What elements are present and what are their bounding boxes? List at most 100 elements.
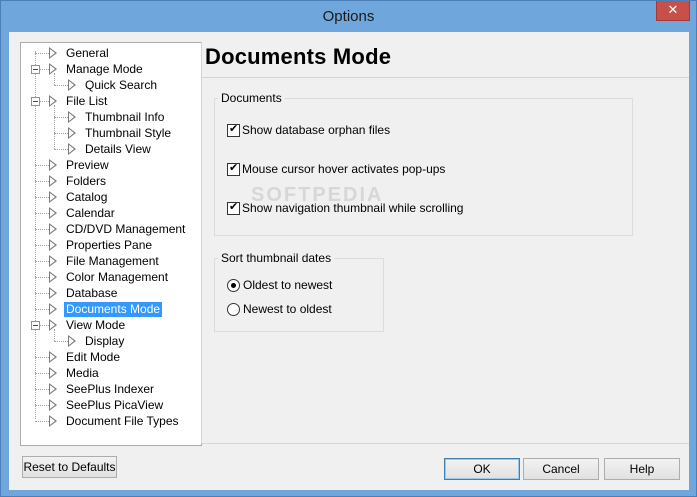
- sort-dates-group-label: Sort thumbnail dates: [218, 251, 335, 265]
- page-triangle-icon: [48, 287, 58, 299]
- radio-label: Newest to oldest: [243, 302, 332, 316]
- tree-item[interactable]: Manage Mode: [48, 61, 145, 77]
- tree-item-label: Properties Pane: [66, 237, 153, 252]
- tree-connector: [35, 293, 49, 294]
- tree-connector: [35, 357, 49, 358]
- page-triangle-icon: [48, 415, 58, 427]
- tree-item-label: Display: [85, 333, 125, 348]
- page-triangle-icon: [67, 335, 77, 347]
- page-triangle-icon: [48, 191, 58, 203]
- tree-item[interactable]: General: [48, 45, 111, 61]
- tree-item[interactable]: Quick Search: [67, 77, 159, 93]
- page-triangle-icon: [48, 383, 58, 395]
- page-triangle-icon: [67, 111, 77, 123]
- tree-connector: [35, 51, 36, 419]
- tree-item[interactable]: Properties Pane: [48, 237, 154, 253]
- checkbox-orphan-files[interactable]: Show database orphan files: [227, 122, 391, 137]
- bottom-divider: [201, 443, 689, 444]
- options-tree[interactable]: General Manage Mode Quick Search File List T…: [20, 42, 202, 446]
- tree-item[interactable]: Media: [48, 365, 101, 381]
- tree-item[interactable]: View Mode: [48, 317, 127, 333]
- tree-item[interactable]: CD/DVD Management: [48, 221, 187, 237]
- tree-item-label: SeePlus PicaView: [66, 397, 164, 412]
- radio-oldest-to-newest[interactable]: Oldest to newest: [227, 278, 332, 292]
- tree-item[interactable]: SeePlus PicaView: [48, 397, 165, 413]
- tree-item[interactable]: Calendar: [48, 205, 117, 221]
- tree-connector: [54, 149, 68, 150]
- tree-collapse-icon[interactable]: [31, 65, 40, 74]
- tree-item[interactable]: Preview: [48, 157, 111, 173]
- checkbox-box[interactable]: [227, 200, 240, 215]
- tree-item-label: Details View: [85, 141, 151, 156]
- options-window: Options ✕ General Manage Mode Quick Search…: [0, 0, 697, 497]
- help-button[interactable]: Help: [604, 458, 680, 480]
- tree-item-label: Preview: [66, 157, 109, 172]
- tree-item[interactable]: Display: [67, 333, 126, 349]
- cancel-button[interactable]: Cancel: [523, 458, 599, 480]
- page-triangle-icon: [48, 239, 58, 251]
- checkbox-label: Show database orphan files: [242, 123, 391, 137]
- page-triangle-icon: [67, 79, 77, 91]
- tree-item[interactable]: Documents Mode: [48, 301, 163, 317]
- tree-connector: [35, 277, 49, 278]
- radio-label: Oldest to newest: [243, 278, 333, 292]
- checkbox-navigation-thumbnail[interactable]: Show navigation thumbnail while scrollin…: [227, 200, 463, 215]
- tree-connector: [35, 181, 49, 182]
- page-triangle-icon: [48, 367, 58, 379]
- tree-connector: [54, 341, 68, 342]
- tree-connector: [35, 405, 49, 406]
- tree-item[interactable]: Catalog: [48, 189, 109, 205]
- sort-dates-group: [214, 258, 384, 332]
- tree-connector: [54, 105, 55, 149]
- tree-connector: [35, 245, 49, 246]
- tree-connector: [35, 229, 49, 230]
- tree-item[interactable]: Document File Types: [48, 413, 181, 429]
- tree-connector: [35, 53, 49, 54]
- checkbox-box[interactable]: [227, 161, 240, 176]
- page-triangle-icon: [48, 207, 58, 219]
- ok-button[interactable]: OK: [444, 458, 520, 480]
- reset-to-defaults-button[interactable]: Reset to Defaults: [22, 456, 117, 478]
- close-button[interactable]: ✕: [656, 1, 690, 21]
- checkbox-hover-popups[interactable]: Mouse cursor hover activates pop-ups: [227, 161, 445, 176]
- tree-collapse-icon[interactable]: [31, 97, 40, 106]
- checkbox-box[interactable]: [227, 122, 240, 137]
- window-title: Options: [322, 8, 375, 25]
- tree-item[interactable]: Thumbnail Style: [67, 125, 173, 141]
- documents-group-label: Documents: [218, 91, 285, 105]
- radio-circle[interactable]: [227, 302, 240, 316]
- tree-item[interactable]: Color Management: [48, 269, 170, 285]
- tree-connector: [54, 117, 68, 118]
- tree-collapse-icon[interactable]: [31, 321, 40, 330]
- tree-item-label: SeePlus Indexer: [66, 381, 155, 396]
- tree-item[interactable]: Details View: [67, 141, 153, 157]
- tree-connector: [35, 197, 49, 198]
- tree-item[interactable]: Edit Mode: [48, 349, 122, 365]
- tree-item[interactable]: SeePlus Indexer: [48, 381, 156, 397]
- radio-newest-to-oldest[interactable]: Newest to oldest: [227, 302, 332, 316]
- tree-item[interactable]: Database: [48, 285, 119, 301]
- radio-circle[interactable]: [227, 278, 240, 292]
- tree-item-label: File List: [66, 93, 108, 108]
- tree-connector: [35, 421, 49, 422]
- page-triangle-icon: [48, 175, 58, 187]
- tree-item[interactable]: Thumbnail Info: [67, 109, 166, 125]
- tree-item-label: Media: [66, 365, 99, 380]
- tree-connector: [54, 133, 68, 134]
- tree-item[interactable]: File Management: [48, 253, 161, 269]
- tree-item[interactable]: File List: [48, 93, 109, 109]
- page-title: Documents Mode: [205, 44, 392, 69]
- pane-separator: [201, 42, 202, 444]
- tree-item-label: Quick Search: [85, 77, 158, 92]
- title-divider: [201, 77, 689, 78]
- page-triangle-icon: [48, 159, 58, 171]
- tree-connector: [35, 165, 49, 166]
- tree-item-label: Color Management: [66, 269, 169, 284]
- page-triangle-icon: [48, 319, 58, 331]
- tree-item-label: Manage Mode: [66, 61, 143, 76]
- tree-item[interactable]: Folders: [48, 173, 108, 189]
- page-triangle-icon: [48, 47, 58, 59]
- title-bar[interactable]: Options ✕: [1, 1, 696, 32]
- page-triangle-icon: [67, 143, 77, 155]
- tree-connector: [35, 389, 49, 390]
